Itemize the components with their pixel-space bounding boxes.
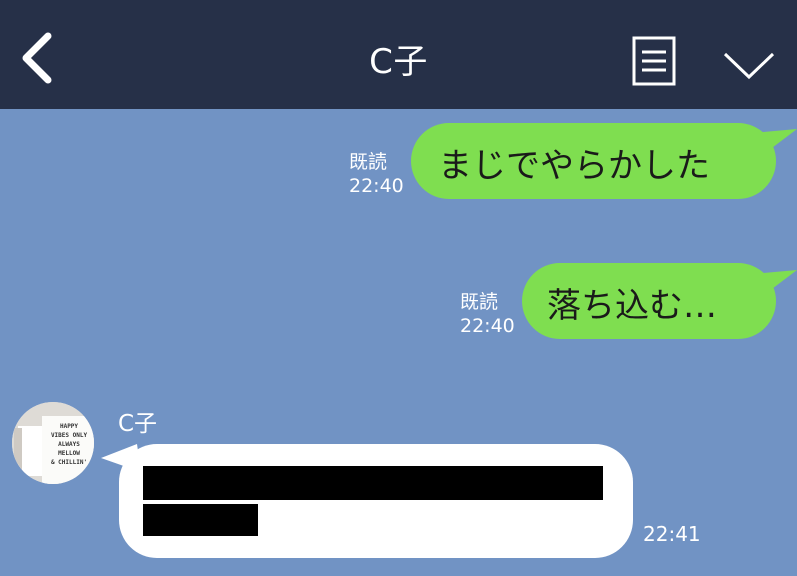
message-meta: 既読 22:40 — [349, 150, 404, 198]
message-bubble-outgoing[interactable]: 落ち込む… — [522, 263, 776, 339]
avatar-text: HAPPY VIBES ONLY ALWAYS MELLOW & CHILLIN… — [50, 423, 88, 466]
message-time: 22:40 — [460, 315, 515, 337]
read-receipt: 既読 — [460, 291, 499, 313]
menu-button[interactable] — [631, 36, 677, 86]
message-time: 22:40 — [349, 175, 404, 197]
collapse-button[interactable] — [722, 48, 776, 82]
message-bubble-outgoing[interactable]: まじでやらかした — [411, 123, 776, 199]
chat-title: C子 — [369, 42, 428, 82]
chat-header: C子 — [0, 0, 797, 109]
message-text: まじでやらかした — [438, 146, 710, 186]
sender-name: C子 — [118, 411, 158, 437]
message-text: 落ち込む… — [547, 286, 717, 326]
avatar[interactable]: HAPPY VIBES ONLY ALWAYS MELLOW & CHILLIN… — [12, 402, 94, 484]
redaction-bar — [143, 466, 603, 500]
read-receipt: 既読 — [349, 151, 388, 173]
redaction-bar — [143, 504, 258, 536]
message-meta: 既読 22:40 — [460, 290, 515, 338]
notes-icon — [632, 36, 676, 86]
message-time: 22:41 — [643, 522, 701, 546]
chevron-down-icon — [723, 52, 775, 80]
message-bubble-incoming[interactable] — [119, 444, 633, 558]
